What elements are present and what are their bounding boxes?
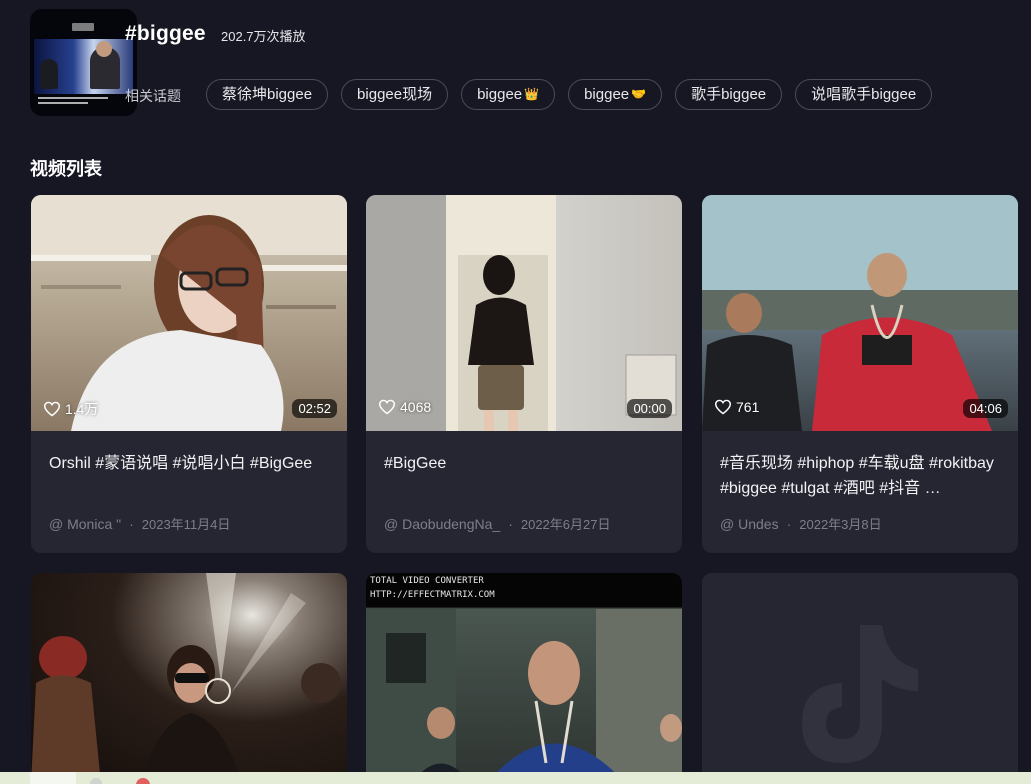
chip-label: biggee xyxy=(477,86,523,103)
watermark-line: TOTAL VIDEO CONVERTER xyxy=(370,576,484,586)
meta-separator: · xyxy=(786,516,792,532)
thumbnail-art xyxy=(702,195,1018,431)
chip-label: 蔡徐坤biggee xyxy=(222,86,313,103)
play-count: 202.7万次播放 xyxy=(221,29,306,44)
chip-label: 说唱歌手biggee xyxy=(811,86,917,103)
like-count-value: 4068 xyxy=(400,399,432,415)
related-topic-chip[interactable]: 蔡徐坤biggee xyxy=(206,79,329,110)
video-list-heading: 视频列表 xyxy=(30,159,102,179)
video-title[interactable]: #BigGee xyxy=(384,451,668,476)
chip-label: biggee现场 xyxy=(357,86,433,103)
thumbnail-art xyxy=(366,609,682,784)
video-card[interactable]: 761 04:06 #音乐现场 #hiphop #车载u盘 #rokitbay … xyxy=(702,195,1018,553)
video-thumbnail xyxy=(702,573,1018,784)
meta-separator: · xyxy=(508,516,513,532)
video-thumbnail[interactable] xyxy=(366,195,682,431)
related-topic-chip[interactable]: biggee 🤝 xyxy=(568,79,663,110)
video-thumbnail[interactable]: TOTAL VIDEO CONVERTER HTTP://EFFECTMATRI… xyxy=(366,573,682,784)
video-author[interactable]: @ Undes xyxy=(720,516,779,532)
status-icon[interactable] xyxy=(90,778,102,784)
video-thumbnail[interactable] xyxy=(31,573,347,784)
video-meta: @ Monica " · 2023年11月4日 xyxy=(49,514,230,533)
watermark-line: HTTP://EFFECTMATRIX.COM xyxy=(370,590,495,600)
video-duration: 02:52 xyxy=(292,399,337,418)
video-duration: 00:00 xyxy=(627,399,672,418)
meta-separator: · xyxy=(129,516,134,532)
topic-title: #biggee xyxy=(125,22,206,45)
video-meta: @ DaobudengNa_ · 2022年6月27日 xyxy=(384,514,610,533)
heart-icon xyxy=(378,399,396,415)
related-topics-list: 蔡徐坤biggee biggee现场 biggee 👑 biggee 🤝 歌手b… xyxy=(206,79,933,110)
related-topic-chip[interactable]: biggee现场 xyxy=(341,79,449,110)
video-date: 2022年6月27日 xyxy=(520,517,611,532)
video-duration: 04:06 xyxy=(963,399,1008,418)
related-topic-chip[interactable]: 歌手biggee xyxy=(675,79,783,110)
video-author[interactable]: @ DaobudengNa_ xyxy=(384,516,500,532)
tiktok-logo-icon xyxy=(802,625,918,763)
crown-icon: 👑 xyxy=(524,87,540,101)
like-count: 1.4万 xyxy=(43,399,98,419)
thumbnail-art xyxy=(31,195,347,431)
video-date: 2023年11月4日 xyxy=(141,517,231,532)
video-card[interactable]: 1.4万 02:52 Orshil #蒙语说唱 #说唱小白 #BigGee @ … xyxy=(31,195,347,553)
thumbnail-art xyxy=(31,573,341,784)
cover-performer-graphic xyxy=(40,59,58,89)
like-count-value: 1.4万 xyxy=(65,401,99,417)
heart-icon xyxy=(714,399,732,415)
heart-icon xyxy=(43,401,61,417)
video-thumbnail[interactable] xyxy=(31,195,347,431)
related-topic-chip[interactable]: biggee 👑 xyxy=(461,79,556,110)
bottom-bar xyxy=(0,772,1031,784)
status-icon[interactable] xyxy=(136,778,150,784)
like-count: 4068 xyxy=(378,399,431,415)
chip-label: biggee xyxy=(584,86,630,103)
bottom-tab[interactable] xyxy=(30,772,76,784)
watermark-text: TOTAL VIDEO CONVERTER HTTP://EFFECTMATRI… xyxy=(370,574,495,602)
video-card[interactable]: 4068 00:00 #BigGee @ DaobudengNa_ · 2022年6… xyxy=(366,195,682,553)
video-author[interactable]: @ Monica " xyxy=(49,516,121,532)
cover-performer-head-graphic xyxy=(96,41,112,57)
thumbnail-art xyxy=(366,195,677,431)
video-card[interactable]: TOTAL VIDEO CONVERTER HTTP://EFFECTMATRI… xyxy=(366,573,682,784)
handshake-icon: 🤝 xyxy=(631,87,647,101)
related-topics-label: 相关话题 xyxy=(125,88,181,104)
like-count: 761 xyxy=(714,399,759,415)
chip-label: 歌手biggee xyxy=(691,86,767,103)
like-count-value: 761 xyxy=(736,399,760,415)
video-card-placeholder[interactable] xyxy=(702,573,1018,784)
video-date: 2022年3月8日 xyxy=(799,517,882,532)
cover-logo-graphic xyxy=(72,23,94,31)
cover-caption-line xyxy=(38,97,108,99)
video-meta: @ Undes · 2022年3月8日 xyxy=(720,514,882,533)
video-title[interactable]: Orshil #蒙语说唱 #说唱小白 #BigGee xyxy=(49,451,333,476)
related-topic-chip[interactable]: 说唱歌手biggee xyxy=(795,79,933,110)
topic-cover-image[interactable] xyxy=(30,9,137,116)
video-thumbnail[interactable] xyxy=(702,195,1018,431)
cover-caption-line xyxy=(38,102,88,104)
video-title[interactable]: #音乐现场 #hiphop #车载u盘 #rokitbay #biggee #t… xyxy=(720,451,1004,501)
video-card[interactable] xyxy=(31,573,347,784)
